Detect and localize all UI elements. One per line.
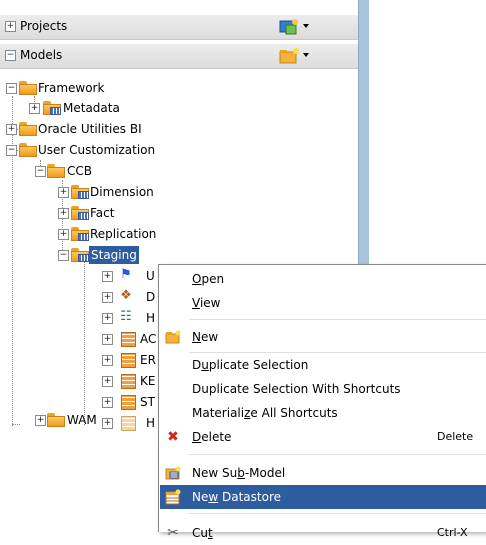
folder-icon xyxy=(19,143,37,157)
menu-item-label: New Datastore xyxy=(192,490,282,504)
menu-item-label: Duplicate Selection With Shortcuts xyxy=(192,382,401,396)
collapse-icon[interactable]: − xyxy=(6,83,17,94)
tree-node-dimension[interactable]: + Dimension xyxy=(0,182,200,202)
delete-icon: ✖ xyxy=(167,429,179,445)
new-folder-icon xyxy=(165,329,181,345)
expand-icon[interactable]: + xyxy=(58,208,69,219)
menu-item-cut[interactable]: ✂ Cut Ctrl-X xyxy=(160,521,486,545)
model-folder-icon xyxy=(71,227,89,241)
menu-item-delete[interactable]: ✖ Delete Delete xyxy=(160,425,486,449)
menu-item-duplicate-with-shortcuts[interactable]: Duplicate Selection With Shortcuts xyxy=(160,377,486,401)
model-folder-icon xyxy=(71,248,89,262)
tree-node-label-selected: Staging xyxy=(89,246,139,264)
tree-node-label: ER xyxy=(140,353,156,367)
tree-node-label: User Customization xyxy=(38,143,156,157)
collapse-icon[interactable]: − xyxy=(58,250,69,261)
context-menu: Open View New Duplicate Selection Duplic… xyxy=(158,264,486,541)
folder-icon xyxy=(19,81,37,95)
menu-item-label: Open xyxy=(192,272,225,286)
model-folder-icon xyxy=(43,101,61,115)
menu-item-duplicate-selection[interactable]: Duplicate Selection xyxy=(160,353,486,377)
folder-icon xyxy=(47,164,65,178)
expand-icon[interactable]: + xyxy=(102,376,113,387)
tree-node-label: Framework xyxy=(38,81,105,95)
menu-separator xyxy=(189,454,486,455)
tree-node-label: WAM xyxy=(67,413,97,427)
expand-icon[interactable]: + xyxy=(102,313,113,324)
tree-node-staging-child[interactable]: + ❖ D xyxy=(0,287,160,307)
table-icon xyxy=(121,332,136,347)
menu-item-accelerator: Delete xyxy=(437,430,474,443)
tree-node-staging-child[interactable]: + KE xyxy=(0,371,160,391)
collapse-icon[interactable]: − xyxy=(35,166,46,177)
menu-item-label: View xyxy=(192,296,221,310)
tree-node-ccb[interactable]: − CCB xyxy=(0,161,200,181)
expand-icon[interactable]: + xyxy=(58,187,69,198)
menu-item-label: New Sub-Model xyxy=(192,466,286,480)
menu-separator xyxy=(189,319,486,320)
tree-node-label: Replication xyxy=(90,227,157,241)
tree-node-wam[interactable]: + WAM xyxy=(0,410,150,430)
tree-node-label: AC xyxy=(140,332,157,346)
expand-icon[interactable]: + xyxy=(102,271,113,282)
menu-item-label: New xyxy=(192,330,219,344)
tree-node-fact[interactable]: + Fact xyxy=(0,203,200,223)
expand-icon[interactable]: + xyxy=(58,229,69,240)
expand-icon[interactable]: + xyxy=(102,334,113,345)
tree-node-replication[interactable]: + Replication xyxy=(0,224,200,244)
scissors-icon: ✂ xyxy=(167,525,179,541)
collapse-icon[interactable]: − xyxy=(6,145,17,156)
tree-node-label: CCB xyxy=(67,164,92,178)
folder-icon xyxy=(47,413,65,427)
tree-node-staging-child[interactable]: + ST xyxy=(0,392,160,412)
menu-item-label: Cut xyxy=(192,526,213,540)
expand-icon[interactable]: + xyxy=(102,292,113,303)
expand-icon[interactable]: + xyxy=(29,103,40,114)
new-datastore-icon xyxy=(165,489,181,505)
menu-item-view[interactable]: View xyxy=(160,291,486,315)
hierarchy-icon: ☷ xyxy=(120,309,132,324)
expand-icon[interactable]: + xyxy=(102,355,113,366)
tree-node-label: Fact xyxy=(90,206,115,220)
menu-item-label: Materialize All Shortcuts xyxy=(192,406,338,420)
menu-separator xyxy=(189,513,486,514)
model-folder-icon xyxy=(71,185,89,199)
table-icon xyxy=(121,395,136,410)
expand-icon[interactable]: + xyxy=(35,415,46,426)
tree-node-staging[interactable]: − Staging xyxy=(0,245,200,265)
menu-item-materialize-shortcuts[interactable]: Materialize All Shortcuts xyxy=(160,401,486,425)
tree-node-label: H xyxy=(146,311,156,325)
expand-icon[interactable]: + xyxy=(6,124,17,135)
tree-node-label: KE xyxy=(140,374,156,388)
menu-item-accelerator: Ctrl-X xyxy=(437,526,468,539)
flag-icon: ⚑ xyxy=(120,267,132,282)
tree-node-staging-child[interactable]: + AC xyxy=(0,329,160,349)
menu-item-label: Delete xyxy=(192,430,232,444)
tree-node-label: D xyxy=(146,290,156,304)
expand-icon[interactable]: + xyxy=(102,397,113,408)
tree-node-label: Dimension xyxy=(90,185,154,199)
menu-item-open[interactable]: Open xyxy=(160,267,486,291)
menu-item-new-datastore[interactable]: New Datastore xyxy=(160,485,486,509)
tree-node-label: Metadata xyxy=(63,101,120,115)
tree-node-framework[interactable]: − Framework xyxy=(0,78,200,98)
table-icon xyxy=(121,374,136,389)
folder-icon xyxy=(19,122,37,136)
menu-item-label: Duplicate Selection xyxy=(192,358,309,372)
model-folder-icon xyxy=(71,206,89,220)
menu-item-new-submodel[interactable]: New Sub-Model xyxy=(160,461,486,485)
tree-node-staging-child[interactable]: + ☷ H xyxy=(0,308,160,328)
diagram-icon: ❖ xyxy=(120,288,132,303)
tree-node-label: ST xyxy=(140,395,155,409)
tree-node-staging-child[interactable]: + ER xyxy=(0,350,160,370)
submodel-icon xyxy=(165,465,181,481)
tree-node-oracle-utilities-bi[interactable]: + Oracle Utilities BI xyxy=(0,119,200,139)
tree-node-label: U xyxy=(146,269,155,283)
table-icon xyxy=(121,353,136,368)
tree-node-user-customization[interactable]: − User Customization xyxy=(0,140,200,160)
tree-node-label: Oracle Utilities BI xyxy=(38,122,142,136)
tree-node-metadata[interactable]: + Metadata xyxy=(0,98,200,118)
tree-node-staging-child[interactable]: + ⚑ U xyxy=(0,266,160,286)
menu-item-new[interactable]: New xyxy=(160,325,486,349)
